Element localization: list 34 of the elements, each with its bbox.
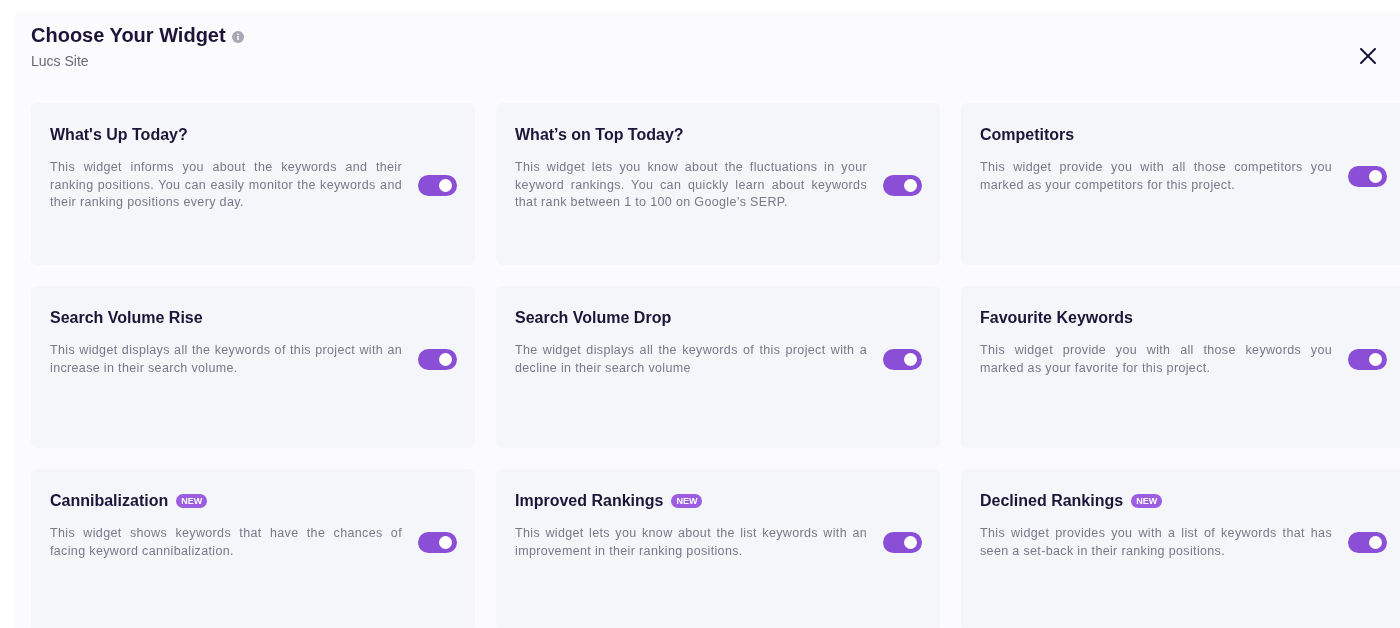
widget-title: Cannibalization	[50, 492, 169, 510]
widget-description: This widget displays all the keywords of this project with an increase in their search volume.	[50, 342, 402, 377]
widget-description: This widget lets you know about the fluctuations in your keyword rankings. You can quickly learn about keywords that rank between 1 to 100 on Google’s SERP.	[515, 159, 867, 211]
new-badge: NEW	[1131, 494, 1163, 508]
toggle-switch[interactable]	[883, 532, 922, 553]
toggle-switch[interactable]	[883, 349, 922, 370]
toggle-switch[interactable]	[1348, 532, 1387, 553]
dialog-title: Choose Your Widget	[31, 24, 226, 47]
widget-description: This widget informs you about the keywords and their ranking positions. You can easily monitor the keywords and their ranking positions every day.	[50, 159, 402, 211]
close-icon	[1360, 47, 1376, 64]
widget-description: The widget displays all the keywords of this project with a decline in their search volume	[515, 342, 867, 377]
widget-title: Competitors	[980, 126, 1075, 144]
widget-description: This widget provide you with all those keywords you marked as your favorite for this project.	[980, 342, 1332, 377]
new-badge: NEW	[176, 494, 208, 508]
toggle-switch[interactable]	[418, 532, 457, 553]
toggle-switch[interactable]	[418, 349, 457, 370]
widget-description: This widget provide you with all those competitors you marked as your competitors for this project.	[980, 159, 1332, 194]
widget-title: Search Volume Drop	[515, 309, 672, 327]
toggle-switch[interactable]	[1348, 166, 1387, 187]
widget-description: This widget provides you with a list of keywords that has seen a set-back in their ranking positions.	[980, 525, 1332, 560]
toggle-switch[interactable]	[1348, 349, 1387, 370]
new-badge: NEW	[671, 494, 703, 508]
widget-description: This widget shows keywords that have the chances of facing keyword cannibalization.	[50, 525, 402, 560]
project-name: Lucs Site	[31, 53, 90, 69]
widget-title: Search Volume Rise	[50, 309, 203, 327]
toggle-switch[interactable]	[883, 174, 922, 196]
widget-title: What's Up Today?	[50, 126, 188, 144]
close-button[interactable]	[1358, 47, 1378, 67]
widget-title: Favourite Keywords	[980, 309, 1133, 327]
widget-description: This widget lets you know about the list keywords with an improvement in their ranking positions.	[515, 525, 867, 560]
widget-title: Declined Rankings	[980, 492, 1124, 510]
widget-title: What’s on Top Today?	[515, 126, 684, 144]
widget-title: Improved Rankings	[515, 492, 664, 510]
toggle-switch[interactable]	[418, 174, 457, 196]
